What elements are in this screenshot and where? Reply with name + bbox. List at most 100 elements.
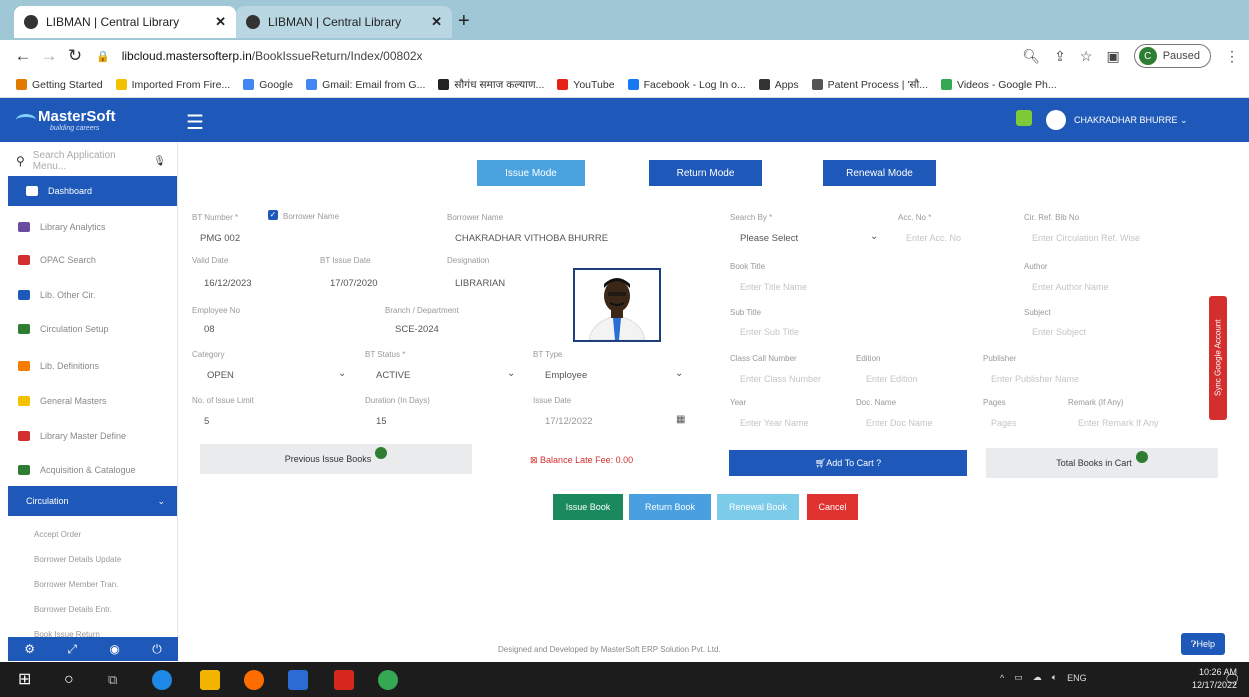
sidebar-item[interactable]: General Masters [0, 386, 177, 416]
chevron-up-icon[interactable]: ^ [1000, 673, 1004, 683]
sidepanel-icon[interactable]: ▣ [1106, 48, 1119, 65]
windows-start-icon[interactable]: ⊞ [18, 670, 38, 690]
issue-book-button[interactable]: Issue Book [553, 494, 623, 520]
user-menu[interactable]: CHAKRADHAR BHURRE ⌄ [1074, 115, 1188, 126]
notification-icon[interactable] [1016, 110, 1032, 126]
help-button[interactable]: ❓︎ Help [1181, 633, 1225, 655]
bookmark-item[interactable]: Getting Started [16, 79, 103, 91]
browser-tab[interactable]: LIBMAN | Central Library ✕ [236, 6, 452, 38]
bt-issue-date-field[interactable]: 17/07/2020 [330, 278, 378, 289]
previous-issue-books-button[interactable]: Previous Issue Books [200, 444, 472, 474]
sidebar-item[interactable]: Lib. Definitions [0, 351, 177, 381]
duration-field[interactable]: 15 [376, 416, 387, 427]
file-explorer-icon[interactable] [200, 670, 220, 690]
book-title-input[interactable]: Enter Title Name [740, 282, 807, 292]
acc-no-input[interactable]: Enter Acc. No [906, 233, 961, 243]
fullscreen-icon[interactable]: ⤢ [67, 642, 77, 657]
bookmark-item[interactable]: Videos - Google Ph... [941, 79, 1057, 91]
sub-title-input[interactable]: Enter Sub Title [740, 327, 799, 337]
word-icon[interactable] [288, 670, 308, 690]
sidebar-subitem[interactable]: Borrower Details Update [34, 555, 121, 564]
subject-input[interactable]: Enter Subject [1032, 327, 1086, 337]
network-icon[interactable]: ▭ [1014, 672, 1023, 683]
sidebar-subitem[interactable]: Accept Order [34, 530, 81, 539]
issue-mode-button[interactable]: Issue Mode [477, 160, 585, 186]
designation-field[interactable]: LIBRARIAN [455, 278, 505, 289]
close-tab-icon[interactable]: ✕ [431, 14, 442, 30]
sync-google-account-tab[interactable]: Sync Google Account [1209, 296, 1227, 420]
browser-tab-active[interactable]: LIBMAN | Central Library ✕ [14, 6, 236, 38]
remark-input[interactable]: Enter Remark If Any [1078, 418, 1159, 428]
category-select[interactable]: OPEN [207, 370, 234, 381]
forward-icon[interactable]: → [36, 46, 62, 66]
issue-date-field[interactable]: 17/12/2022 [545, 416, 593, 427]
sidebar-item[interactable]: OPAC Search [0, 245, 177, 275]
issue-limit-field[interactable]: 5 [204, 416, 209, 427]
bookmark-item[interactable]: Gmail: Email from G... [306, 79, 425, 91]
bt-number-field[interactable]: PMG 002 [200, 233, 240, 244]
publisher-input[interactable]: Enter Publisher Name [991, 374, 1079, 384]
microphone-icon[interactable]: 🎙︎ [153, 156, 166, 167]
sidebar-subitem[interactable]: Borrower Details Entr. [34, 605, 112, 614]
borrower-name-field[interactable]: CHAKRADHAR VITHOBA BHURRE [455, 233, 608, 244]
acrobat-icon[interactable] [334, 670, 354, 690]
sidebar-item[interactable]: Circulation Setup [0, 314, 177, 344]
search-icon[interactable]: ○ [64, 670, 84, 690]
power-icon[interactable]: ⏻ [152, 642, 162, 657]
close-tab-icon[interactable]: ✕ [215, 14, 226, 30]
lock-icon[interactable]: 🔒 [96, 50, 110, 63]
year-input[interactable]: Enter Year Name [740, 418, 809, 428]
browser-menu-icon[interactable]: ⋮ [1225, 48, 1239, 65]
renewal-book-button[interactable]: Renewal Book [717, 494, 799, 520]
return-book-button[interactable]: Return Book [629, 494, 711, 520]
borrower-name-checkbox[interactable]: ✓ [268, 210, 278, 220]
sidebar-search[interactable]: ⚲ Search Application Menu... 🎙︎ [16, 150, 166, 172]
sidebar-item[interactable]: Library Master Define [0, 421, 177, 451]
ref-bib-input[interactable]: Enter Circulation Ref. Wise [1032, 233, 1140, 243]
task-view-icon[interactable]: ⧉ [108, 670, 128, 690]
sidebar-item[interactable]: Acquisition & Catalogue [0, 455, 177, 485]
user-avatar[interactable] [1046, 110, 1066, 130]
bookmark-star-icon[interactable]: ☆ [1080, 48, 1093, 65]
bt-status-select[interactable]: ACTIVE [376, 370, 410, 381]
menu-toggle-icon[interactable]: ☰ [186, 110, 204, 135]
bookmark-item[interactable]: Facebook - Log In o... [627, 79, 746, 91]
sidebar-search-input[interactable]: Search Application Menu... [33, 150, 146, 172]
settings-icon[interactable]: ⚙ [24, 642, 35, 656]
add-to-cart-button[interactable]: 🛒︎ Add To Cart ? [729, 450, 967, 476]
calendar-icon[interactable]: ▦ [676, 414, 685, 425]
sidebar-item[interactable]: Lib. Other Cir. [0, 280, 177, 310]
back-icon[interactable]: ← [10, 46, 36, 66]
new-tab-button[interactable]: + [458, 10, 470, 33]
edition-input[interactable]: Enter Edition [866, 374, 918, 384]
visibility-icon[interactable]: ◉ [109, 642, 119, 656]
bookmark-item[interactable]: सौगंध समाज कल्याण... [438, 78, 544, 92]
bookmark-item[interactable]: Google [243, 79, 293, 91]
pages-input[interactable]: Pages [991, 418, 1017, 428]
cloud-icon[interactable]: ☁ [1033, 672, 1042, 683]
volume-icon[interactable]: 🔈︎ [1052, 672, 1057, 683]
profile-button[interactable]: C Paused [1133, 44, 1211, 68]
author-input[interactable]: Enter Author Name [1032, 282, 1109, 292]
bookmark-item[interactable]: Apps [758, 79, 799, 91]
notifications-icon[interactable]: 🗨︎ [1224, 670, 1244, 690]
sidebar-item[interactable]: Library Analytics [0, 212, 177, 242]
reload-icon[interactable]: ↻ [62, 46, 88, 66]
doc-name-input[interactable]: Enter Doc Name [866, 418, 933, 428]
total-books-in-cart-button[interactable]: Total Books in Cart [986, 448, 1218, 478]
branch-field[interactable]: SCE-2024 [395, 324, 439, 335]
language-indicator[interactable]: ENG [1067, 673, 1087, 683]
valid-date-field[interactable]: 16/12/2023 [204, 278, 252, 289]
edge-icon[interactable] [152, 670, 172, 690]
app-logo[interactable]: MasterSoft building careers [20, 108, 116, 132]
url-field[interactable]: libcloud.mastersofterp.in/BookIssueRetur… [122, 49, 423, 63]
bookmark-item[interactable]: YouTube [557, 79, 615, 91]
bt-type-select[interactable]: Employee [545, 370, 587, 381]
class-number-input[interactable]: Enter Class Number [740, 374, 821, 384]
firefox-icon[interactable] [244, 670, 264, 690]
share-icon[interactable]: ⇪ [1054, 48, 1066, 65]
chrome-icon[interactable] [378, 670, 398, 690]
search-by-select[interactable]: Please Select [740, 233, 798, 244]
employee-no-field[interactable]: 08 [204, 324, 215, 335]
bookmark-item[interactable]: Patent Process | 'सौ... [811, 78, 928, 92]
